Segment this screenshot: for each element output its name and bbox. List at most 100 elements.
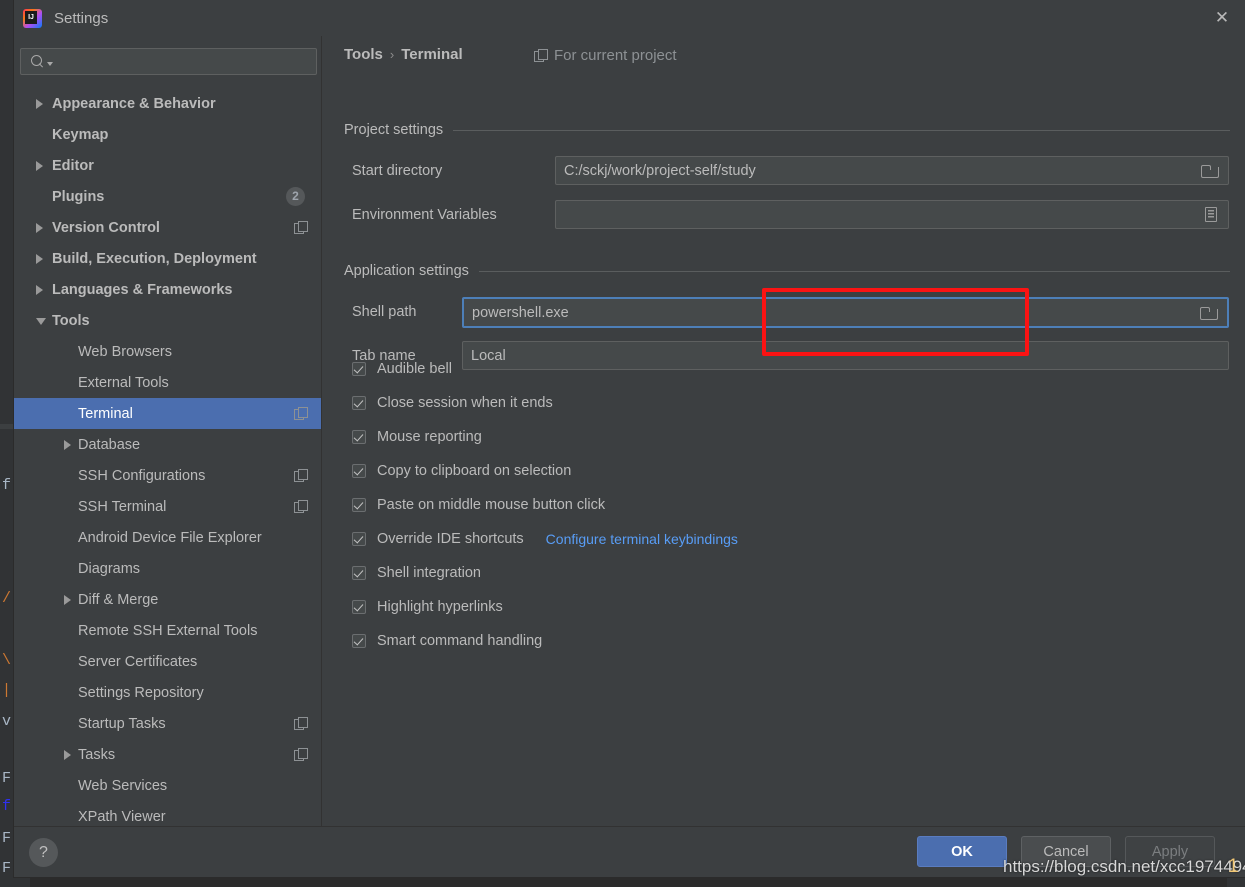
sidebar-item-languages-frameworks[interactable]: Languages & Frameworks	[14, 274, 321, 305]
checkbox-row-override-ide-shortcuts[interactable]: Override IDE shortcuts Configure terminal…	[352, 529, 738, 549]
checkbox-row-highlight-hyperlinks[interactable]: Highlight hyperlinks	[352, 597, 503, 617]
copy-settings-icon	[294, 717, 308, 730]
breadcrumb-separator: ›	[389, 47, 395, 62]
sidebar-item-label: Keymap	[52, 126, 109, 143]
checkbox-indicator[interactable]	[352, 634, 366, 648]
checkbox-indicator[interactable]	[352, 498, 366, 512]
sidebar-item-terminal[interactable]: Terminal	[14, 398, 321, 429]
chevron-right-icon[interactable]	[36, 223, 43, 233]
background-glyph: F	[2, 860, 12, 877]
chevron-right-icon[interactable]	[36, 285, 43, 295]
checkbox-row-paste-on-middle-mouse-button-click[interactable]: Paste on middle mouse button click	[352, 495, 605, 515]
sidebar-item-diagrams[interactable]: Diagrams	[14, 553, 321, 584]
env-variables-icon[interactable]	[1205, 207, 1217, 222]
chevron-right-icon[interactable]	[36, 161, 43, 171]
chevron-right-icon[interactable]	[64, 750, 71, 760]
checkbox-row-close-session-when-it-ends[interactable]: Close session when it ends	[352, 393, 553, 413]
shell-path-label: Shell path	[352, 304, 417, 320]
sidebar-item-xpath-viewer[interactable]: XPath Viewer	[14, 801, 321, 826]
sidebar-item-ssh-terminal[interactable]: SSH Terminal	[14, 491, 321, 522]
sidebar-item-settings-repository[interactable]: Settings Repository	[14, 677, 321, 708]
sidebar-item-label: Android Device File Explorer	[78, 529, 262, 546]
sidebar-item-server-certificates[interactable]: Server Certificates	[14, 646, 321, 677]
checkbox-row-mouse-reporting[interactable]: Mouse reporting	[352, 427, 482, 447]
search-icon	[30, 54, 46, 70]
sidebar-item-build-execution-deployment[interactable]: Build, Execution, Deployment	[14, 243, 321, 274]
for-current-project-indicator[interactable]: For current project	[534, 47, 677, 64]
folder-icon[interactable]	[1200, 305, 1218, 320]
copy-settings-icon	[294, 221, 308, 234]
breadcrumb-root[interactable]: Tools	[344, 46, 383, 63]
sidebar-item-diff-merge[interactable]: Diff & Merge	[14, 584, 321, 615]
checkbox-label: Mouse reporting	[377, 429, 482, 445]
sidebar-item-label: Build, Execution, Deployment	[52, 250, 257, 267]
sidebar-item-editor[interactable]: Editor	[14, 150, 321, 181]
tab-name-field[interactable]: Local	[462, 341, 1229, 370]
sidebar-item-android-device-file-explorer[interactable]: Android Device File Explorer	[14, 522, 321, 553]
sidebar-item-label: SSH Terminal	[78, 498, 167, 515]
section-rule	[453, 129, 1230, 131]
checkbox-label: Override IDE shortcuts	[377, 531, 524, 547]
shell-path-value: powershell.exe	[472, 304, 569, 321]
sidebar-item-label: Version Control	[52, 219, 160, 236]
start-directory-field[interactable]: C:/sckj/work/project-self/study	[555, 156, 1229, 185]
sidebar-item-label: Settings Repository	[78, 684, 204, 701]
sidebar-item-version-control[interactable]: Version Control	[14, 212, 321, 243]
sidebar-item-web-services[interactable]: Web Services	[14, 770, 321, 801]
checkbox-indicator[interactable]	[352, 600, 366, 614]
background-glyph: v	[2, 713, 12, 730]
checkbox-indicator[interactable]	[352, 396, 366, 410]
plugins-update-badge: 2	[286, 187, 305, 206]
sidebar-item-startup-tasks[interactable]: Startup Tasks	[14, 708, 321, 739]
checkbox-indicator[interactable]	[352, 566, 366, 580]
copy-settings-icon	[294, 500, 308, 513]
chevron-down-icon[interactable]	[36, 318, 46, 325]
checkbox-indicator[interactable]	[352, 430, 366, 444]
checkbox-row-shell-integration[interactable]: Shell integration	[352, 563, 481, 583]
dialog-titlebar: Settings ✕	[14, 0, 1245, 36]
checkbox-row-copy-to-clipboard-on-selection[interactable]: Copy to clipboard on selection	[352, 461, 571, 481]
sidebar-item-label: Web Services	[78, 777, 168, 794]
sidebar-item-web-browsers[interactable]: Web Browsers	[14, 336, 321, 367]
chevron-right-icon[interactable]	[64, 595, 71, 605]
sidebar-item-keymap[interactable]: Keymap	[14, 119, 321, 150]
checkbox-indicator[interactable]	[352, 362, 366, 376]
chevron-down-icon[interactable]	[47, 61, 53, 66]
chevron-right-icon[interactable]	[36, 254, 43, 264]
checkbox-label: Audible bell	[377, 361, 452, 377]
sidebar-item-appearance-behavior[interactable]: Appearance & Behavior	[14, 88, 321, 119]
checkbox-label: Copy to clipboard on selection	[377, 463, 572, 479]
sidebar-item-label: Database	[78, 436, 141, 453]
checkbox-row-audible-bell[interactable]: Audible bell	[352, 359, 452, 379]
checkbox-indicator[interactable]	[352, 532, 366, 546]
sidebar-item-label: Editor	[52, 157, 94, 174]
sidebar-item-ssh-configurations[interactable]: SSH Configurations	[14, 460, 321, 491]
close-icon[interactable]: ✕	[1199, 0, 1245, 36]
search-input[interactable]	[57, 54, 316, 69]
sidebar-item-tools[interactable]: Tools	[14, 305, 321, 336]
settings-sidebar: Appearance & Behavior Keymap Editor Plugins…	[14, 36, 321, 826]
chevron-right-icon[interactable]	[64, 440, 71, 450]
checkbox-label: Highlight hyperlinks	[377, 599, 503, 615]
help-button[interactable]: ?	[29, 838, 58, 867]
sidebar-item-database[interactable]: Database	[14, 429, 321, 460]
sidebar-item-label: Plugins	[52, 188, 105, 205]
watermark-tail: 1	[1228, 856, 1239, 877]
sidebar-item-external-tools[interactable]: External Tools	[14, 367, 321, 398]
tab-name-value: Local	[471, 347, 506, 364]
environment-variables-field[interactable]	[555, 200, 1229, 229]
sidebar-item-plugins[interactable]: Plugins 2	[14, 181, 321, 212]
folder-icon[interactable]	[1201, 163, 1219, 178]
ok-button[interactable]: OK	[917, 836, 1007, 867]
search-box[interactable]	[20, 48, 317, 75]
configure-terminal-keybindings-link[interactable]: Configure terminal keybindings	[546, 531, 738, 547]
application-settings-section-header: Application settings	[344, 263, 1230, 279]
sidebar-item-remote-ssh-external-tools[interactable]: Remote SSH External Tools	[14, 615, 321, 646]
checkbox-row-smart-command-handling[interactable]: Smart command handling	[352, 631, 542, 651]
breadcrumb: Tools › Terminal	[344, 46, 463, 63]
shell-path-field[interactable]: powershell.exe	[462, 297, 1229, 328]
checkbox-indicator[interactable]	[352, 464, 366, 478]
background-glyph: f	[2, 798, 12, 815]
sidebar-item-tasks[interactable]: Tasks	[14, 739, 321, 770]
chevron-right-icon[interactable]	[36, 99, 43, 109]
